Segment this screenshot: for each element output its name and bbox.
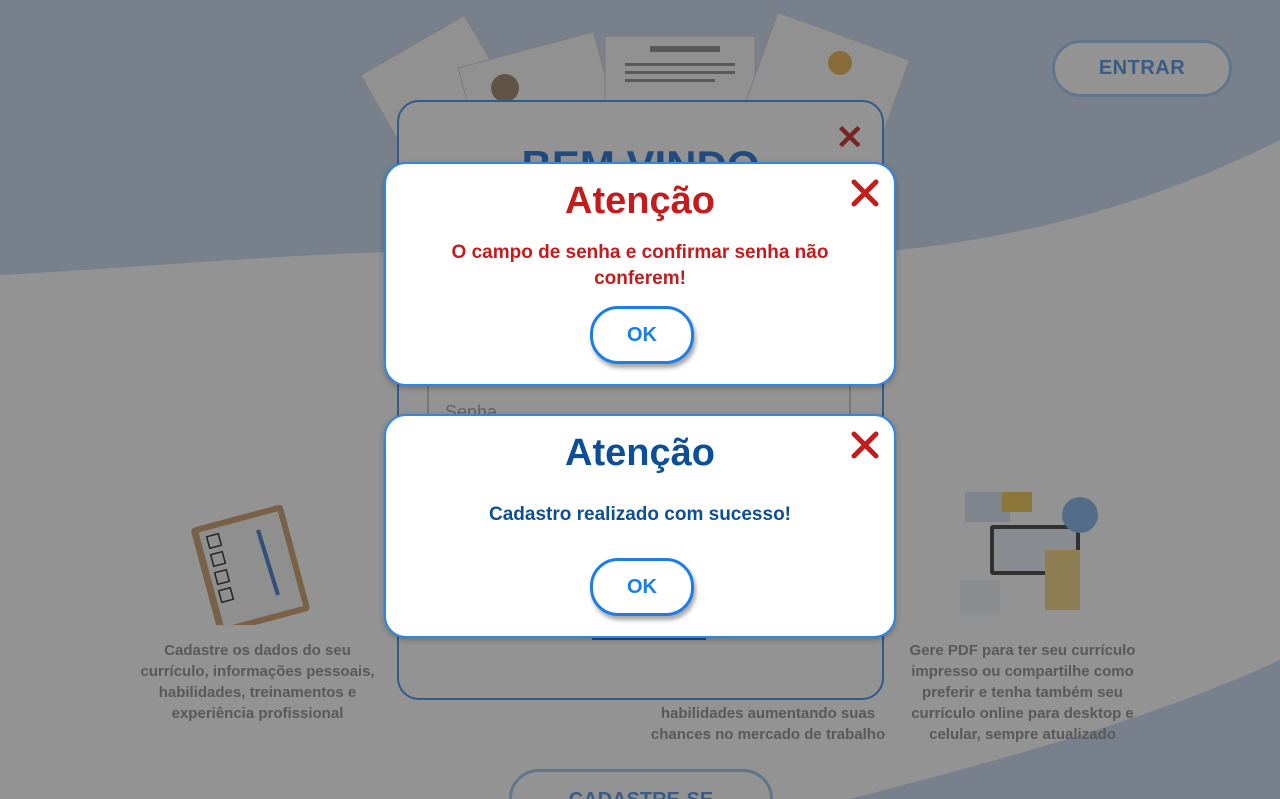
close-icon[interactable] — [850, 178, 880, 208]
close-icon[interactable] — [850, 430, 880, 460]
success-alert-dialog: Atenção Cadastro realizado com sucesso! … — [384, 414, 896, 638]
alert-message: Cadastro realizado com sucesso! — [489, 504, 791, 525]
alert-title: Atenção — [565, 180, 715, 222]
ok-button[interactable]: OK — [590, 306, 694, 364]
error-alert-dialog: Atenção O campo de senha e confirmar sen… — [384, 162, 896, 386]
alert-message: O campo de senha e confirmar senha não c… — [451, 242, 829, 289]
alert-title: Atenção — [565, 432, 715, 474]
ok-button[interactable]: OK — [590, 558, 694, 616]
